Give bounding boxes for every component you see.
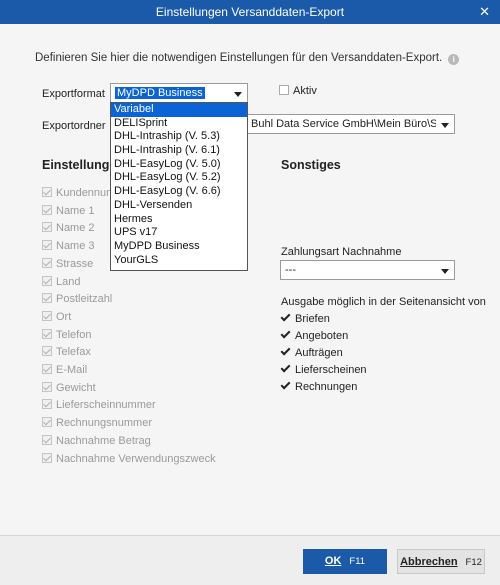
einstellungen-item: Nachnahme Betrag xyxy=(42,434,151,451)
dropdown-option[interactable]: DHL-Intraship (V. 5.3) xyxy=(111,130,247,144)
checkbox-disabled xyxy=(42,257,52,268)
checkbox-disabled xyxy=(42,187,52,197)
dropdown-option[interactable]: DHL-EasyLog (V. 5.2) xyxy=(111,171,247,185)
einstellungen-item: Strasse xyxy=(42,257,94,274)
einstellungen-item-label: Telefax xyxy=(56,346,91,359)
exportformat-select[interactable]: MyDPD Business xyxy=(110,83,248,103)
einstellungen-item-label: Strasse xyxy=(56,257,94,270)
checkbox-checked[interactable] xyxy=(281,330,291,340)
zahlungsart-value: --- xyxy=(285,264,296,276)
aktiv-checkbox-row[interactable]: Aktiv xyxy=(279,85,317,101)
einstellungen-item-label: E-Mail xyxy=(56,364,88,376)
einstellungen-item: Telefax xyxy=(42,346,91,362)
dropdown-option[interactable]: DHL-Intraship (V. 6.1) xyxy=(111,144,247,158)
exportformat-label: Exportformat xyxy=(42,88,105,100)
title-bar: Einstellungen Versanddaten-Export ✕ xyxy=(0,0,500,24)
chevron-down-icon[interactable] xyxy=(234,92,242,97)
einstellungen-item-label: Name 3 xyxy=(56,240,95,253)
ausgabe-item-label: Briefen xyxy=(295,313,330,325)
einstellungen-item-label: Rechnungsnummer xyxy=(56,417,152,430)
aktiv-label: Aktiv xyxy=(293,85,317,97)
dropdown-option[interactable]: MyDPD Business xyxy=(111,240,247,254)
checkbox-disabled xyxy=(42,310,52,321)
exportformat-value: MyDPD Business xyxy=(115,87,205,99)
exportformat-dropdown-list[interactable]: Variabel DELISprint DHL-Intraship (V. 5.3)… xyxy=(110,102,248,271)
dropdown-option[interactable]: YourGLS xyxy=(111,254,247,268)
dropdown-option[interactable]: DELISprint xyxy=(111,117,247,131)
ok-button[interactable]: OK F11 xyxy=(303,549,387,574)
einstellungen-item: Land xyxy=(42,275,81,292)
einstellungen-item-label: Postleitzahl xyxy=(56,293,113,306)
einstellungen-item-label: Name 1 xyxy=(56,204,95,217)
checkbox-disabled xyxy=(42,328,52,339)
einstellungen-item-label: Land xyxy=(56,275,81,288)
sonstiges-title: Sonstiges xyxy=(281,158,341,172)
ausgabe-item[interactable]: Lieferscheinen xyxy=(281,364,367,380)
cancel-button[interactable]: Abbrechen F12 xyxy=(397,549,485,574)
einstellungen-item: Name 3 xyxy=(42,240,95,256)
einstellungen-item: E-Mail xyxy=(42,364,87,380)
exportordner-value: Buhl Data Service GmbH\Mein Büro\Sendung xyxy=(251,118,436,130)
checkbox-disabled xyxy=(42,434,52,445)
ausgabe-item-label: Aufträgen xyxy=(295,347,343,359)
checkbox-disabled xyxy=(42,381,52,392)
checkbox-checked[interactable] xyxy=(281,347,291,357)
ausgabe-item[interactable]: Rechnungen xyxy=(281,381,357,397)
dropdown-option[interactable]: UPS v17 xyxy=(111,226,247,240)
checkbox-disabled xyxy=(42,275,52,286)
window-title: Einstellungen Versanddaten-Export xyxy=(155,5,345,19)
checkbox-disabled xyxy=(42,452,52,463)
einstellungen-item-label: Nachnahme Verwendungszweck xyxy=(56,452,216,465)
checkbox-disabled xyxy=(42,204,52,215)
dropdown-option[interactable]: Hermes xyxy=(111,213,247,227)
ausgabe-item-label: Angeboten xyxy=(295,330,349,342)
einstellungen-item: Nachnahme Verwendungszweck xyxy=(42,452,216,469)
einstellungen-item: Name 1 xyxy=(42,204,95,221)
einstellungen-item-label: Ort xyxy=(56,310,72,323)
checkbox-disabled xyxy=(42,293,52,304)
ausgabe-item-label: Lieferscheinen xyxy=(295,364,367,376)
dropdown-option[interactable]: DHL-EasyLog (V. 5.0) xyxy=(111,158,247,172)
checkbox-disabled xyxy=(42,222,52,233)
checkbox-disabled xyxy=(42,364,52,374)
exportordner-label: Exportordner xyxy=(42,120,106,132)
zahlungsart-label: Zahlungsart Nachnahme xyxy=(281,246,402,258)
einstellungen-item-label: Telefon xyxy=(56,328,92,341)
dropdown-option[interactable]: Variabel xyxy=(111,103,247,117)
exportordner-select[interactable]: Buhl Data Service GmbH\Mein Büro\Sendung xyxy=(246,114,455,134)
checkbox-disabled xyxy=(42,399,52,410)
chevron-down-icon[interactable] xyxy=(441,269,449,274)
close-icon[interactable]: ✕ xyxy=(479,0,490,24)
checkbox-checked[interactable] xyxy=(281,381,291,391)
checkbox-disabled xyxy=(42,240,52,251)
ausgabe-item[interactable]: Briefen xyxy=(281,313,330,329)
description-text: Definieren Sie hier die notwendigen Eins… xyxy=(35,52,460,65)
dropdown-option[interactable]: DHL-Versenden xyxy=(111,199,247,213)
einstellungen-item: Name 2 xyxy=(42,222,95,238)
einstellungen-item-label: Nachnahme Betrag xyxy=(56,434,151,447)
einstellungen-item: Postleitzahl xyxy=(42,293,112,309)
ausgabe-item[interactable]: Aufträgen xyxy=(281,347,343,363)
einstellungen-item-label: Gewicht xyxy=(56,381,96,394)
einstellungen-item: Rechnungsnummer xyxy=(42,417,152,433)
ausgabe-label: Ausgabe möglich in der Seitenansicht von xyxy=(281,296,486,308)
einstellungen-item: Telefon xyxy=(42,328,92,345)
einstellungen-item: Ort xyxy=(42,310,72,327)
chevron-down-icon[interactable] xyxy=(441,123,449,128)
einstellungen-item-label: Name 2 xyxy=(56,222,95,235)
ausgabe-item-label: Rechnungen xyxy=(295,381,358,393)
info-icon[interactable]: i xyxy=(448,54,460,65)
einstellungen-item-label: Lieferscheinnummer xyxy=(56,399,156,412)
einstellungen-item: Lieferscheinnummer xyxy=(42,399,156,415)
ausgabe-item[interactable]: Angeboten xyxy=(281,330,348,346)
checkbox-disabled xyxy=(42,346,52,357)
checkbox-checked[interactable] xyxy=(281,364,291,374)
zahlungsart-select[interactable]: --- xyxy=(280,260,455,280)
checkbox-disabled xyxy=(42,417,52,428)
aktiv-checkbox[interactable] xyxy=(279,85,289,95)
checkbox-checked[interactable] xyxy=(281,313,291,323)
einstellungen-item: Gewicht xyxy=(42,381,96,398)
dropdown-option[interactable]: DHL-EasyLog (V. 6.6) xyxy=(111,185,247,199)
